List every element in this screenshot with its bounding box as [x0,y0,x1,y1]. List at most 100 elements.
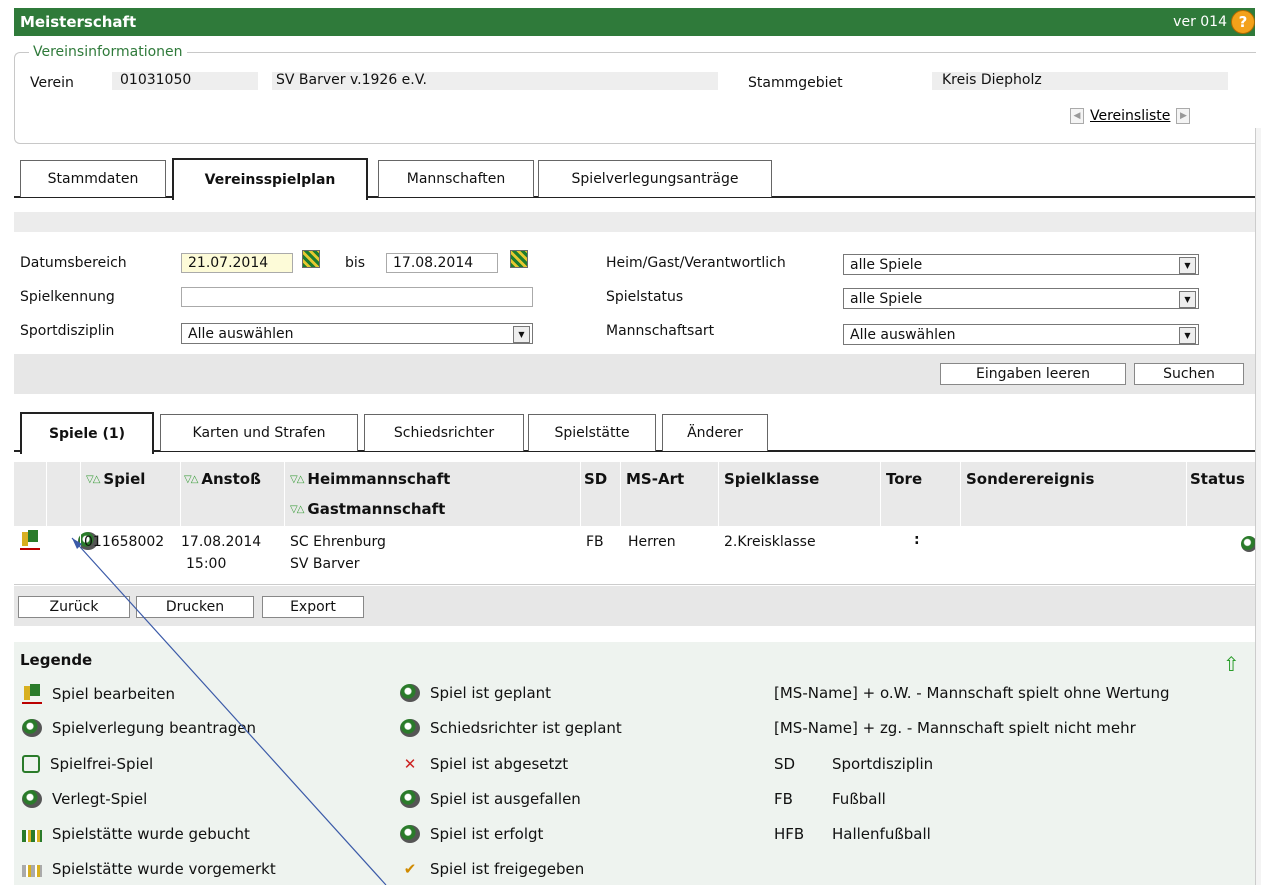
mannschaftsart-select[interactable]: Alle auswählen ▼ [843,324,1199,345]
legend-abbr-text: Sportdisziplin [832,755,934,773]
col-divider [46,462,47,584]
col-heim[interactable]: ▽△ Heimmannschaft [290,470,450,488]
sportdisziplin-select[interactable]: Alle auswählen ▼ [181,323,533,344]
legend-item: Spielstätte wurde gebucht [22,825,250,843]
legend-item: Spiel ist ausgefallen [400,790,581,808]
spielkennung-label: Spielkennung [20,289,115,305]
legend-ow: [MS-Name] + o.W. - Mannschaft spielt ohn… [774,684,1170,702]
sort-icon[interactable]: ▽△ [86,474,100,485]
calendar-from-icon[interactable] [302,250,320,268]
scrollbar[interactable] [1255,128,1261,885]
col-divider [620,462,621,584]
tab-stammdaten[interactable]: Stammdaten [20,160,166,197]
sort-icon[interactable]: ▽△ [184,474,198,485]
chevron-down-icon[interactable]: ▼ [1179,291,1196,308]
result-tabs: Spiele (1) Karten und Strafen Schiedsric… [14,412,1255,454]
referee-planned-icon [400,719,420,737]
mannschaftsart-label: Mannschaftsart [606,323,715,339]
col-msart: MS-Art [626,470,685,488]
col-divider [880,462,881,584]
spielstatus-value: alle Spiele [850,290,923,307]
col-divider [718,462,719,584]
next-arrow-icon[interactable]: ▶ [1176,108,1191,124]
failed-icon [400,790,420,808]
legend-item: Spielfrei-Spiel [22,755,153,773]
chevron-down-icon[interactable]: ▼ [513,326,530,343]
edit-game-icon [22,684,42,704]
col-divider [580,462,581,584]
sort-icon[interactable]: ▽△ [290,504,304,515]
scroll-top-icon[interactable]: ⇧ [1223,652,1240,676]
legend-abbr: SD [774,755,796,773]
legend-abbr-text: Fußball [832,790,886,808]
calendar-to-icon[interactable] [510,250,528,268]
col-gast[interactable]: ▽△ Gastmannschaft [290,500,445,518]
legend-item: Spiel ist geplant [400,684,551,702]
legend-item: Schiedsrichter ist geplant [400,719,622,737]
cell-datum: 17.08.2014 [181,534,262,550]
legend-abbr: HFB [774,825,805,843]
legend-item: Spiel bearbeiten [22,684,175,704]
chevron-down-icon[interactable]: ▼ [1179,257,1196,274]
tab-spielverlegungsantraege[interactable]: Spielverlegungsanträge [538,160,772,197]
tab-aenderer[interactable]: Änderer [662,414,768,451]
col-anstoss[interactable]: ▽△ Anstoß [184,470,261,488]
prev-arrow-icon[interactable]: ◀ [1070,108,1084,124]
export-button[interactable]: Export [262,596,364,618]
verein-label: Verein [30,75,74,91]
back-button[interactable]: Zurück [18,596,130,618]
tab-mannschaften[interactable]: Mannschaften [378,160,534,197]
search-button[interactable]: Suchen [1134,363,1244,385]
main-tabs: Stammdaten Vereinsspielplan Mannschaften… [14,158,1255,200]
date-to-input[interactable]: 17.08.2014 [386,253,498,273]
spielstatus-label: Spielstatus [606,289,684,305]
help-icon[interactable]: ? [1231,10,1255,34]
tab-spielstaette[interactable]: Spielstätte [528,414,656,451]
edit-game-icon[interactable] [20,530,40,550]
tab-vereinsspielplan[interactable]: Vereinsspielplan [172,158,368,200]
cell-gast: SV Barver [290,556,360,572]
moved-game-icon [22,790,42,808]
col-divider [960,462,961,584]
spielstatus-select[interactable]: alle Spiele ▼ [843,288,1199,309]
venue-booked-icon [22,829,42,842]
vereinsinfo-fieldset: Vereinsinformationen [14,44,1256,144]
chevron-down-icon[interactable]: ▼ [1179,327,1196,344]
cell-tore: : [914,532,920,548]
verein-name: SV Barver v.1926 e.V. [276,72,427,88]
reschedule-icon [22,719,42,737]
app-title: Meisterschaft [20,13,137,31]
clear-button[interactable]: Eingaben leeren [940,363,1126,385]
col-sd: SD [584,470,608,488]
heimgast-select[interactable]: alle Spiele ▼ [843,254,1199,275]
tab-karten-strafen[interactable]: Karten und Strafen [160,414,358,451]
cancelled-icon: ✕ [403,755,417,773]
legend-title: Legende [20,651,93,669]
cell-zeit: 15:00 [186,556,227,572]
verein-nr-box: 01031050 [112,72,258,90]
cell-spielklasse: 2.Kreisklasse [724,534,816,550]
verein-nr: 01031050 [120,72,192,88]
col-sonder: Sonderereignis [966,470,1095,488]
legend-abbr-text: Hallenfußball [832,825,931,843]
stammgebiet-value: Kreis Diepholz [942,72,1042,88]
print-button[interactable]: Drucken [136,596,254,618]
legend-abbr: FB [774,790,793,808]
cell-spiel: 011658002 [84,534,165,550]
bis-label: bis [345,255,366,271]
spielkennung-input[interactable] [181,287,533,307]
col-spiel[interactable]: ▽△ Spiel [86,470,145,488]
vereinsliste-link[interactable]: Vereinsliste [1090,108,1170,124]
legend-item: Spielverlegung beantragen [22,719,256,737]
tab-schiedsrichter[interactable]: Schiedsrichter [364,414,524,451]
legend-item: Spiel ist erfolgt [400,825,543,843]
sort-icon[interactable]: ▽△ [290,474,304,485]
date-from-input[interactable]: 21.07.2014 [181,253,293,273]
heimgast-value: alle Spiele [850,256,923,273]
col-spielklasse: Spielklasse [724,470,820,488]
stammgebiet-box: Kreis Diepholz [932,72,1228,90]
version-area: ver 014 ? [1173,10,1255,34]
tab-spiele[interactable]: Spiele (1) [20,412,154,454]
legend-zg: [MS-Name] + zg. - Mannschaft spielt nich… [774,719,1136,737]
vereinsliste-nav: ◀ Vereinsliste ▶ [1070,108,1191,124]
